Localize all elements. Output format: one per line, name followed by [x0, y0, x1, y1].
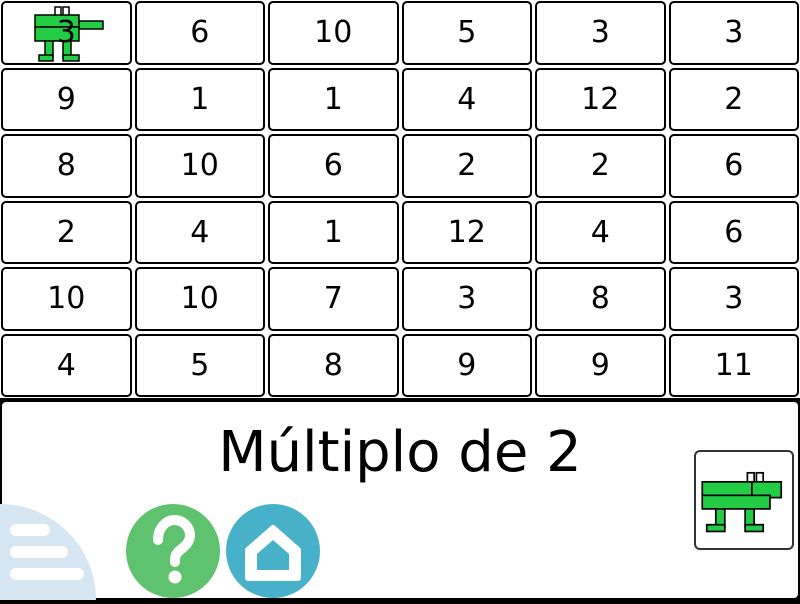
- grid-cell-r3-c4[interactable]: 4: [535, 200, 666, 264]
- cell-number: 10: [180, 281, 219, 317]
- grid-cell-r4-c2[interactable]: 7: [268, 267, 399, 331]
- cell-number: 12: [581, 81, 620, 117]
- monster-button[interactable]: [694, 450, 794, 550]
- grid-cell-r2-c4[interactable]: 2: [535, 134, 666, 198]
- cell-number: 4: [56, 347, 76, 383]
- cell-number: 4: [457, 81, 477, 117]
- grid-cell-r5-c2[interactable]: 8: [268, 333, 399, 397]
- green-monster-icon: [701, 471, 783, 533]
- rule-text: Múltiplo de 2: [218, 420, 582, 485]
- grid-cell-r4-c1[interactable]: 10: [134, 267, 265, 331]
- home-icon: [245, 525, 301, 581]
- cell-number: 7: [323, 281, 343, 317]
- rule-panel: Múltiplo de 2: [0, 400, 800, 600]
- grid-cell-r3-c0[interactable]: 2: [1, 200, 132, 264]
- cell-number: 6: [724, 214, 744, 250]
- grid-cell-r1-c4[interactable]: 12: [535, 67, 666, 131]
- grid-cell-r2-c2[interactable]: 6: [268, 134, 399, 198]
- cell-number: 3: [457, 281, 477, 317]
- grid-cell-r0-c1[interactable]: 6: [134, 1, 265, 65]
- grid-cell-r1-c3[interactable]: 4: [401, 67, 532, 131]
- cell-number: 3: [724, 15, 744, 51]
- grid-cell-r3-c3[interactable]: 12: [401, 200, 532, 264]
- cell-number: 2: [724, 81, 744, 117]
- cell-number: 9: [56, 81, 76, 117]
- cell-number: 6: [323, 148, 343, 184]
- grid-cell-r5-c5[interactable]: 11: [668, 333, 799, 397]
- grid-cell-r5-c4[interactable]: 9: [535, 333, 666, 397]
- grid-cell-r5-c3[interactable]: 9: [401, 333, 532, 397]
- grid-cell-r2-c5[interactable]: 6: [668, 134, 799, 198]
- cell-number: 10: [314, 15, 353, 51]
- number-grid: 3 6 10 5 3 3 9 1 1 4 12 2 8 10 6 2 2 6 2…: [0, 0, 800, 398]
- question-mark-icon: [153, 514, 196, 584]
- grid-cell-r4-c4[interactable]: 8: [535, 267, 666, 331]
- cell-number: 6: [190, 15, 210, 51]
- cell-number: 9: [590, 347, 610, 383]
- grid-cell-r1-c5[interactable]: 2: [668, 67, 799, 131]
- grid-cell-r4-c5[interactable]: 3: [668, 267, 799, 331]
- cell-number: 4: [590, 214, 610, 250]
- cell-number: 11: [714, 347, 753, 383]
- cell-number: 2: [457, 148, 477, 184]
- grid-cell-r2-c3[interactable]: 2: [401, 134, 532, 198]
- cell-number: 6: [724, 148, 744, 184]
- cell-number: 10: [180, 148, 219, 184]
- cell-number: 8: [590, 281, 610, 317]
- cell-number: 1: [323, 81, 343, 117]
- cell-number: 8: [56, 148, 76, 184]
- cell-number: 5: [457, 15, 477, 51]
- grid-cell-r4-c3[interactable]: 3: [401, 267, 532, 331]
- grid-cell-r0-c3[interactable]: 5: [401, 1, 532, 65]
- grid-cell-r0-c5[interactable]: 3: [668, 1, 799, 65]
- grid-cell-r0-c4[interactable]: 3: [535, 1, 666, 65]
- grid-cell-r2-c1[interactable]: 10: [134, 134, 265, 198]
- grid-cell-r0-c2[interactable]: 10: [268, 1, 399, 65]
- cell-number: 3: [590, 15, 610, 51]
- home-button[interactable]: [226, 504, 320, 598]
- cell-number: 5: [190, 347, 210, 383]
- grid-cell-r3-c5[interactable]: 6: [668, 200, 799, 264]
- cell-number: 10: [47, 281, 86, 317]
- grid-cell-r2-c0[interactable]: 8: [1, 134, 132, 198]
- grid-cell-r5-c0[interactable]: 4: [1, 333, 132, 397]
- grid-cell-r3-c2[interactable]: 1: [268, 200, 399, 264]
- cell-number: 12: [447, 214, 486, 250]
- cell-number: 8: [323, 347, 343, 383]
- grid-cell-r1-c0[interactable]: 9: [1, 67, 132, 131]
- cell-number: 3: [56, 15, 76, 51]
- cell-number: 4: [190, 214, 210, 250]
- cell-number: 9: [457, 347, 477, 383]
- cell-number: 1: [190, 81, 210, 117]
- grid-cell-r1-c2[interactable]: 1: [268, 67, 399, 131]
- menu-button[interactable]: [0, 502, 100, 600]
- cell-number: 2: [590, 148, 610, 184]
- grid-cell-r0-c0[interactable]: 3: [1, 1, 132, 65]
- cell-number: 3: [724, 281, 744, 317]
- grid-cell-r5-c1[interactable]: 5: [134, 333, 265, 397]
- help-button[interactable]: [126, 504, 220, 598]
- cell-number: 2: [56, 214, 76, 250]
- grid-cell-r3-c1[interactable]: 4: [134, 200, 265, 264]
- grid-cell-r4-c0[interactable]: 10: [1, 267, 132, 331]
- grid-cell-r1-c1[interactable]: 1: [134, 67, 265, 131]
- cell-number: 1: [323, 214, 343, 250]
- menu-lines-icon: [0, 504, 96, 600]
